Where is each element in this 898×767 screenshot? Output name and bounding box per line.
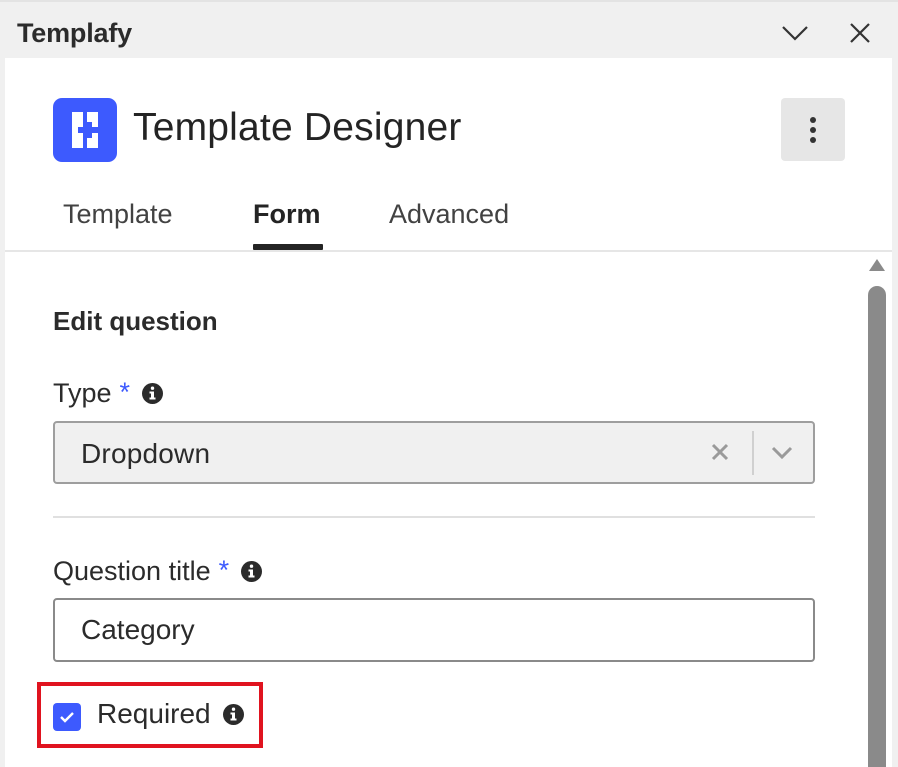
required-label-text: Required [97, 698, 211, 729]
divider [53, 516, 815, 518]
more-options-button[interactable] [781, 98, 845, 161]
window-app-name: Templafy [17, 18, 132, 48]
dropdown-separator [752, 431, 754, 475]
section-title: Edit question [53, 306, 218, 336]
tab-bar: Template Form Advanced [5, 188, 892, 252]
type-dropdown[interactable]: Dropdown [53, 421, 815, 484]
collapse-button[interactable] [778, 16, 812, 50]
close-icon [850, 23, 870, 43]
checkmark-icon [60, 712, 74, 723]
info-icon[interactable] [222, 703, 244, 725]
page-title: Template Designer [133, 106, 462, 149]
active-tab-indicator [253, 244, 323, 250]
type-dropdown-value: Dropdown [81, 438, 211, 469]
close-button[interactable] [843, 16, 877, 50]
designer-panel: Template Designer Template Form Advanced… [5, 58, 892, 767]
window-titlebar: Templafy [0, 0, 898, 58]
type-label-text: Type [53, 378, 112, 408]
templafy-logo-icon [53, 98, 117, 162]
tab-advanced[interactable]: Advanced [389, 199, 509, 230]
info-icon[interactable] [241, 561, 263, 582]
required-checkbox[interactable] [53, 703, 81, 731]
required-marker: * [119, 377, 131, 407]
scroll-up-arrow-icon[interactable] [868, 258, 886, 272]
info-icon[interactable] [142, 383, 164, 404]
type-label: Type * [53, 377, 164, 409]
chevron-down-icon [782, 26, 808, 41]
scrollbar-thumb[interactable] [868, 286, 886, 767]
clear-icon[interactable] [709, 441, 731, 463]
question-title-label-text: Question title [53, 556, 211, 586]
tab-form[interactable]: Form [253, 199, 321, 230]
tab-template[interactable]: Template [63, 199, 173, 230]
required-marker: * [218, 555, 230, 585]
chevron-down-icon[interactable] [769, 441, 795, 465]
scrollbar[interactable] [867, 254, 887, 767]
required-label: Required [97, 698, 244, 730]
more-vertical-icon [810, 116, 816, 143]
question-title-label: Question title * [53, 555, 263, 587]
question-title-input[interactable] [53, 598, 815, 662]
